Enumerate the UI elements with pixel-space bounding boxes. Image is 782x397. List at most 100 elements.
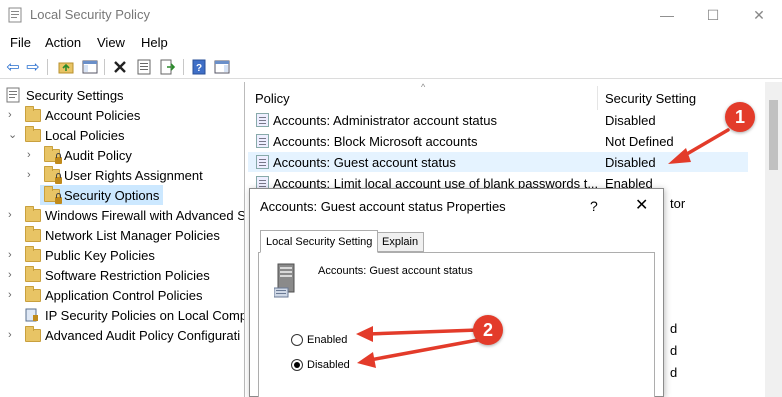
show-hide-tree-button[interactable] xyxy=(81,58,99,76)
tree-label: Local Policies xyxy=(45,127,125,143)
chevron-right-icon[interactable]: › xyxy=(27,150,37,161)
back-button[interactable]: ⇦ xyxy=(4,58,22,76)
properties-dialog: Accounts: Guest account status Propertie… xyxy=(249,188,664,397)
radio-button-unchecked[interactable] xyxy=(291,334,303,346)
help-button[interactable]: ? xyxy=(190,58,208,76)
tree-item-account-policies[interactable]: › Account Policies xyxy=(8,105,140,125)
tab-explain[interactable]: Explain xyxy=(376,232,425,252)
tree-item-software-restriction[interactable]: › Software Restriction Policies xyxy=(8,265,210,285)
chevron-down-icon[interactable]: ⌄ xyxy=(8,130,18,141)
properties-button[interactable] xyxy=(135,58,153,76)
folder-icon xyxy=(25,265,41,282)
menu-action[interactable]: Action xyxy=(45,35,81,50)
chevron-right-icon[interactable]: › xyxy=(8,330,18,341)
tree-item-network-list-manager[interactable]: Network List Manager Policies xyxy=(8,225,220,245)
title-bar: Local Security Policy — ☐ ✕ xyxy=(0,0,782,30)
tree-item-application-control[interactable]: › Application Control Policies xyxy=(8,285,203,305)
tree-label: Security Settings xyxy=(26,87,124,103)
menu-help[interactable]: Help xyxy=(141,35,168,50)
chevron-right-icon[interactable]: › xyxy=(8,270,18,281)
tab-local-security-setting[interactable]: Local Security Setting xyxy=(260,230,379,253)
list-row-selected[interactable]: Accounts: Guest account status Disabled xyxy=(248,152,748,172)
policy-name: Accounts: Administrator account status xyxy=(273,112,497,128)
tab-label: Local Security Setting xyxy=(266,235,373,248)
policy-name: Accounts: Guest account status xyxy=(273,154,456,170)
tree-label: Network List Manager Policies xyxy=(45,227,220,243)
tree-item-ip-security[interactable]: IP Security Policies on Local Comp xyxy=(8,305,244,325)
radio-button-checked[interactable] xyxy=(291,359,303,371)
dialog-help-button[interactable]: ? xyxy=(590,198,598,214)
policy-setting: Disabled xyxy=(605,112,656,128)
list-row[interactable]: Accounts: Block Microsoft accounts Not D… xyxy=(248,131,748,151)
radio-label: Disabled xyxy=(307,359,350,371)
chevron-right-icon[interactable]: › xyxy=(8,290,18,301)
scrollbar-thumb[interactable] xyxy=(769,100,778,170)
list-row[interactable]: Accounts: Administrator account status D… xyxy=(248,110,748,130)
back-arrow-icon: ⇦ xyxy=(6,59,20,76)
tree-item-windows-firewall[interactable]: › Windows Firewall with Advanced S xyxy=(8,205,245,225)
radio-label: Enabled xyxy=(307,334,348,346)
forward-button[interactable]: ⇨ xyxy=(24,58,42,76)
minimize-button[interactable]: — xyxy=(644,0,690,30)
tree-item-advanced-audit[interactable]: › Advanced Audit Policy Configurati xyxy=(8,325,240,345)
security-settings-icon xyxy=(6,87,20,103)
svg-text:?: ? xyxy=(196,63,202,74)
menu-file[interactable]: File xyxy=(10,35,31,50)
radio-enabled[interactable]: Enabled xyxy=(291,332,347,348)
partial-setting: d xyxy=(670,321,678,336)
policy-icon xyxy=(256,155,269,169)
chevron-right-icon[interactable]: › xyxy=(8,110,18,121)
maximize-button[interactable]: ☐ xyxy=(690,0,736,30)
partial-setting: tor xyxy=(670,196,686,211)
tree-item-security-settings[interactable]: Security Settings xyxy=(6,85,124,105)
dialog-policy-name: Accounts: Guest account status xyxy=(318,265,473,277)
policy-setting: Disabled xyxy=(605,154,656,170)
vertical-scrollbar[interactable] xyxy=(765,82,782,397)
tree-item-public-key-policies[interactable]: › Public Key Policies xyxy=(8,245,155,265)
tab-label: Explain xyxy=(382,236,419,248)
tree-label: Windows Firewall with Advanced S xyxy=(45,207,245,223)
security-policy-app-icon xyxy=(8,7,22,23)
maximize-icon: ☐ xyxy=(706,6,720,23)
tree-label: Application Control Policies xyxy=(45,287,203,303)
toolbar-separator xyxy=(47,59,48,75)
menu-view[interactable]: View xyxy=(97,35,125,50)
folder-icon xyxy=(25,205,41,222)
up-folder-button[interactable] xyxy=(57,58,75,76)
dialog-close-button[interactable]: ✕ xyxy=(635,195,648,215)
ip-security-icon xyxy=(25,307,40,323)
action-pane-icon xyxy=(214,60,230,74)
chevron-right-icon[interactable]: › xyxy=(8,210,18,221)
show-action-pane-button[interactable] xyxy=(213,58,231,76)
export-list-icon xyxy=(160,59,176,75)
export-list-button[interactable] xyxy=(159,58,177,76)
chevron-right-icon[interactable]: › xyxy=(27,170,37,181)
tree-label: Audit Policy xyxy=(64,147,132,163)
minimize-icon: — xyxy=(660,7,674,23)
close-icon: ✕ xyxy=(753,6,765,23)
policy-name: Accounts: Block Microsoft accounts xyxy=(273,133,478,149)
close-button[interactable]: ✕ xyxy=(736,0,782,30)
chevron-right-icon[interactable]: › xyxy=(8,250,18,261)
server-policy-icon xyxy=(274,263,295,298)
folder-lock-icon xyxy=(44,165,62,184)
help-icon: ? xyxy=(192,59,206,75)
properties-icon xyxy=(137,59,151,75)
policy-icon xyxy=(256,113,269,127)
tree-item-audit-policy[interactable]: › Audit Policy xyxy=(27,145,132,165)
column-divider[interactable] xyxy=(597,86,598,110)
tree-label: Account Policies xyxy=(45,107,141,123)
policy-icon xyxy=(256,134,269,148)
folder-open-icon xyxy=(25,125,41,142)
column-header-security-setting[interactable]: Security Setting xyxy=(605,86,696,110)
toolbar-separator xyxy=(104,59,105,75)
column-header-policy[interactable]: Policy xyxy=(255,86,595,110)
delete-button[interactable] xyxy=(111,58,129,76)
tree-item-user-rights-assignment[interactable]: › User Rights Assignment xyxy=(27,165,203,185)
tree-label: Software Restriction Policies xyxy=(45,267,210,283)
radio-disabled[interactable]: Disabled xyxy=(291,357,350,373)
tree-item-local-policies[interactable]: ⌄ Local Policies xyxy=(8,125,125,145)
folder-icon xyxy=(25,285,41,302)
tree-item-security-options[interactable]: Security Options xyxy=(40,185,164,205)
folder-lock-icon xyxy=(44,185,62,204)
